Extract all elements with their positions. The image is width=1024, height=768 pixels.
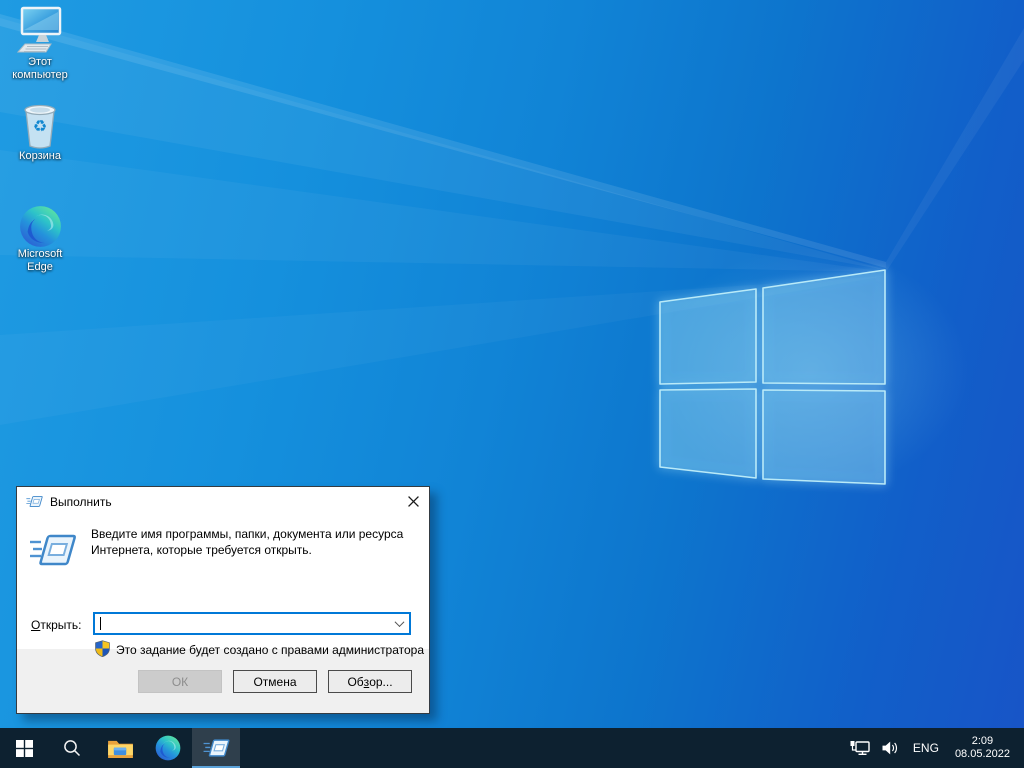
desktop-icon-recycle-bin[interactable]: ♻ Корзина xyxy=(1,100,79,163)
desktop-wallpaper: Этот компьютер ♻ Корзина Microsoft Edge … xyxy=(0,0,1024,768)
start-icon xyxy=(16,740,33,757)
cancel-button[interactable]: Отмена xyxy=(233,670,317,693)
run-icon-large xyxy=(29,529,77,571)
icon-label: Microsoft xyxy=(18,248,63,261)
this-pc-icon xyxy=(17,6,63,56)
uac-shield-icon xyxy=(94,640,111,657)
icon-label: компьютер xyxy=(12,69,67,82)
tray-clock[interactable]: 2:09 08.05.2022 xyxy=(948,735,1024,761)
run-input[interactable] xyxy=(95,614,389,633)
icon-label: Этот xyxy=(28,56,52,69)
search-icon xyxy=(63,739,81,757)
recycle-bin-icon: ♻ xyxy=(20,100,60,150)
edge-icon xyxy=(19,198,62,248)
edge-icon xyxy=(155,735,181,761)
desktop-icon-microsoft-edge[interactable]: Microsoft Edge xyxy=(1,198,79,274)
dialog-title: Выполнить xyxy=(50,495,397,509)
chevron-down-icon xyxy=(394,617,404,627)
taskbar-item-run-active[interactable] xyxy=(192,728,240,768)
close-icon xyxy=(408,496,419,507)
run-icon xyxy=(26,494,43,509)
ok-button[interactable]: ОК xyxy=(138,670,222,693)
clock-date: 08.05.2022 xyxy=(955,748,1010,761)
run-icon xyxy=(203,736,230,760)
start-button[interactable] xyxy=(0,728,48,768)
recycle-arrows-icon: ♻ xyxy=(33,121,47,134)
taskbar: ENG 2:09 08.05.2022 xyxy=(0,728,1024,768)
close-button[interactable] xyxy=(397,487,429,516)
admin-note: Это задание будет создано с правами адми… xyxy=(116,643,424,657)
language-indicator[interactable]: ENG xyxy=(904,741,948,755)
volume-tray-button[interactable] xyxy=(876,741,904,755)
windows-logo xyxy=(655,262,890,487)
text-caret xyxy=(100,617,101,630)
taskbar-item-file-explorer[interactable] xyxy=(96,728,144,768)
dialog-footer: ОК Отмена Обзор... xyxy=(17,649,429,713)
run-dialog: Выполнить Введите имя программы, папки, … xyxy=(16,486,430,714)
taskbar-search-button[interactable] xyxy=(48,728,96,768)
ethernet-icon xyxy=(850,740,870,756)
desktop-icon-this-pc[interactable]: Этот компьютер xyxy=(1,6,79,82)
icon-label: Корзина xyxy=(19,150,61,163)
speaker-icon xyxy=(882,741,898,755)
combo-dropdown-button[interactable] xyxy=(389,614,409,633)
browse-button[interactable]: Обзор... xyxy=(328,670,412,693)
open-label: Открыть: xyxy=(31,618,81,632)
file-explorer-icon xyxy=(107,738,134,759)
run-input-combobox[interactable] xyxy=(93,612,411,635)
icon-label: Edge xyxy=(27,261,53,274)
taskbar-item-edge[interactable] xyxy=(144,728,192,768)
instruction-text: Введите имя программы, папки, документа … xyxy=(91,526,423,558)
network-tray-button[interactable] xyxy=(844,740,876,756)
dialog-body: Введите имя программы, папки, документа … xyxy=(17,516,429,649)
system-tray: ENG 2:09 08.05.2022 xyxy=(844,728,1024,768)
clock-time: 2:09 xyxy=(955,735,1010,748)
dialog-titlebar[interactable]: Выполнить xyxy=(17,487,429,516)
